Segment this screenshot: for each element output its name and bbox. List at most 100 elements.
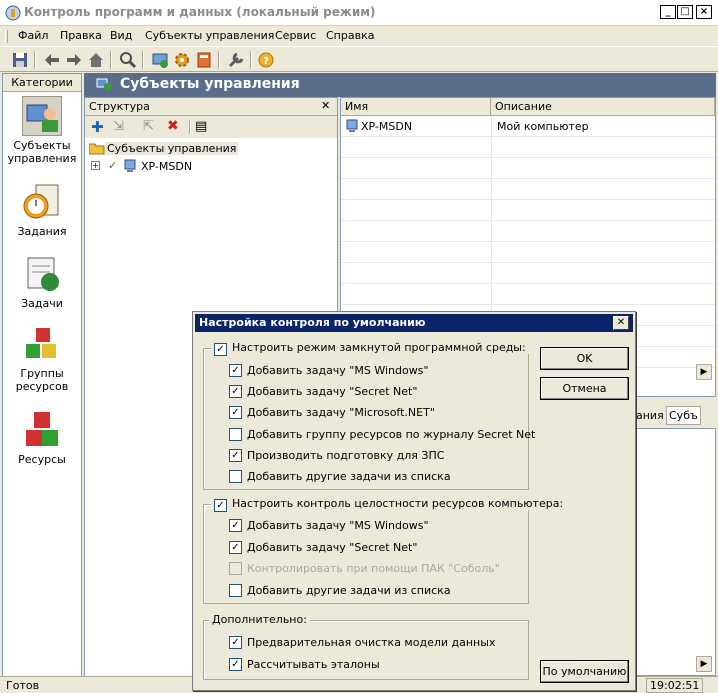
structure-toolbar: ✚ ⇲ ⇱ ✖ ▤ bbox=[85, 116, 337, 138]
panel-header: Субъекты управления bbox=[84, 73, 716, 97]
properties-icon[interactable]: ▤ bbox=[195, 119, 207, 134]
category-label: Группы ресурсов bbox=[15, 367, 69, 393]
checkbox[interactable] bbox=[229, 427, 242, 441]
checkbox[interactable]: ✓ bbox=[229, 636, 242, 649]
app-icon bbox=[5, 5, 21, 21]
ok-button[interactable]: OK bbox=[540, 347, 629, 370]
table-row bbox=[341, 200, 715, 221]
delete-icon[interactable]: ✖ bbox=[167, 118, 179, 134]
help-icon[interactable]: ? bbox=[256, 50, 276, 70]
tree-root[interactable]: Субъекты управления bbox=[105, 142, 239, 155]
checkbox-label: Добавить задачу "Secret Net" bbox=[247, 385, 418, 399]
tab-assignments[interactable]: ания bbox=[636, 409, 664, 422]
checkbox[interactable]: ✓ bbox=[229, 448, 242, 462]
table-row bbox=[341, 158, 715, 179]
structure-header: Структура ✕ bbox=[85, 98, 337, 116]
scroll-right-button[interactable]: ▶ bbox=[696, 656, 712, 672]
calculator-icon[interactable] bbox=[194, 50, 214, 70]
tree-node[interactable]: XP-MSDN bbox=[141, 160, 192, 173]
toolbar-separator bbox=[218, 51, 220, 69]
checkbox[interactable] bbox=[229, 470, 242, 483]
checkbox[interactable]: ✓ bbox=[229, 658, 242, 671]
toolbar-separator bbox=[34, 51, 36, 69]
move-icon[interactable]: ⇱ bbox=[143, 119, 154, 134]
category-label: Ресурсы bbox=[18, 453, 66, 466]
menu-help[interactable]: Справка bbox=[326, 29, 374, 42]
column-header-name[interactable]: Имя bbox=[341, 98, 491, 116]
checkbox-label: Добавить другие задачи из списка bbox=[247, 470, 451, 483]
menu-subjects[interactable]: Субъекты управления bbox=[145, 29, 274, 42]
row-description: Мой компьютер bbox=[497, 120, 589, 133]
search-icon[interactable] bbox=[118, 50, 138, 70]
checkbox[interactable]: ✓ bbox=[229, 406, 242, 420]
checkbox-closed-env[interactable]: ✓ bbox=[214, 343, 227, 356]
folder-icon bbox=[88, 142, 105, 155]
checkbox-label: Добавить задачу "MS Windows" bbox=[247, 519, 429, 532]
checkbox-label: Добавить другие задачи из списка bbox=[247, 584, 451, 598]
status-time: 19:02:51 bbox=[646, 678, 704, 693]
checkbox[interactable]: ✓ bbox=[229, 364, 242, 377]
structure-close-icon[interactable]: ✕ bbox=[321, 99, 330, 112]
save-icon[interactable] bbox=[10, 50, 30, 70]
computer-icon bbox=[345, 119, 359, 133]
table-row[interactable]: XP-MSDN Мой компьютер bbox=[341, 116, 715, 137]
add-icon[interactable]: ✚ bbox=[91, 118, 104, 136]
checkbox-label: Рассчитывать эталоны bbox=[247, 658, 380, 671]
close-button[interactable]: × bbox=[696, 5, 712, 19]
category-subjects[interactable]: Субъекты управления bbox=[3, 96, 81, 165]
category-label: Задачи bbox=[21, 297, 63, 310]
group-integrity-header: ✓ Настроить контроль целостности ресурсо… bbox=[211, 497, 567, 512]
checkbox-label: Добавить задачу "Microsoft.NET" bbox=[247, 406, 435, 420]
maximize-button[interactable]: □ bbox=[677, 5, 693, 19]
tab-subjects[interactable]: Субъ bbox=[666, 406, 701, 425]
clock-clipboard-icon bbox=[22, 182, 62, 222]
checkbox-label: Предварительная очистка модели данных bbox=[247, 636, 496, 649]
panel-title: Субъекты управления bbox=[120, 76, 300, 92]
checkbox-label: Добавить группу ресурсов по журналу Secr… bbox=[247, 427, 536, 441]
menu-grip bbox=[5, 30, 8, 43]
table-row bbox=[341, 179, 715, 200]
checkbox[interactable]: ✓ bbox=[229, 385, 242, 399]
default-control-dialog: Настройка контроля по умолчанию ✕ ✓ Наст… bbox=[192, 311, 636, 691]
add-child-icon[interactable]: ⇲ bbox=[113, 119, 124, 134]
checkbox bbox=[229, 562, 242, 576]
cancel-button[interactable]: Отмена bbox=[540, 377, 629, 400]
column-header-description[interactable]: Описание bbox=[491, 98, 715, 116]
menu-file[interactable]: Файл bbox=[18, 29, 48, 42]
category-resources[interactable]: Ресурсы bbox=[3, 410, 81, 466]
checkbox[interactable] bbox=[229, 584, 242, 598]
forward-arrow-icon[interactable] bbox=[64, 50, 84, 70]
back-arrow-icon[interactable] bbox=[42, 50, 62, 70]
category-label: Задания bbox=[17, 225, 67, 238]
menu-service[interactable]: Сервис bbox=[275, 29, 316, 42]
scroll-right-button[interactable]: ▶ bbox=[696, 364, 712, 380]
checkbox-integrity[interactable]: ✓ bbox=[214, 499, 227, 512]
row-name: XP-MSDN bbox=[361, 120, 413, 133]
menu-edit[interactable]: Правка bbox=[60, 29, 102, 42]
checkbox-label: Добавить задачу "Secret Net" bbox=[247, 540, 418, 554]
user-computer-icon bbox=[22, 96, 62, 136]
table-row bbox=[341, 242, 715, 263]
category-resource-groups[interactable]: Группы ресурсов bbox=[3, 324, 81, 393]
home-icon[interactable] bbox=[86, 50, 106, 70]
checkbox-label: Контролировать при помощи ПАК "Соболь" bbox=[247, 562, 500, 576]
toolbar-separator bbox=[189, 120, 191, 134]
refresh-monitor-icon[interactable] bbox=[150, 50, 170, 70]
defaults-button[interactable]: По умолчанию bbox=[540, 660, 629, 683]
checkbox-label: Настроить контроль целостности ресурсов … bbox=[232, 497, 564, 510]
menu-view[interactable]: Вид bbox=[110, 29, 132, 42]
toolbar-separator bbox=[110, 51, 112, 69]
dialog-close-button[interactable]: ✕ bbox=[613, 316, 629, 330]
resources-cubes-icon bbox=[22, 410, 62, 450]
checkbox[interactable]: ✓ bbox=[229, 540, 242, 554]
minimize-button[interactable]: _ bbox=[660, 5, 676, 19]
checkbox[interactable]: ✓ bbox=[229, 519, 242, 532]
computer-icon bbox=[123, 159, 137, 173]
wrench-icon[interactable] bbox=[226, 50, 246, 70]
category-tasks[interactable]: Задачи bbox=[3, 254, 81, 310]
tree-expand-icon[interactable]: + bbox=[91, 161, 100, 170]
gear-icon[interactable] bbox=[172, 50, 192, 70]
checkbox-label: Настроить режим замкнутой программной ср… bbox=[232, 341, 526, 354]
category-assignments[interactable]: Задания bbox=[3, 182, 81, 238]
cubes-icon bbox=[22, 324, 62, 364]
